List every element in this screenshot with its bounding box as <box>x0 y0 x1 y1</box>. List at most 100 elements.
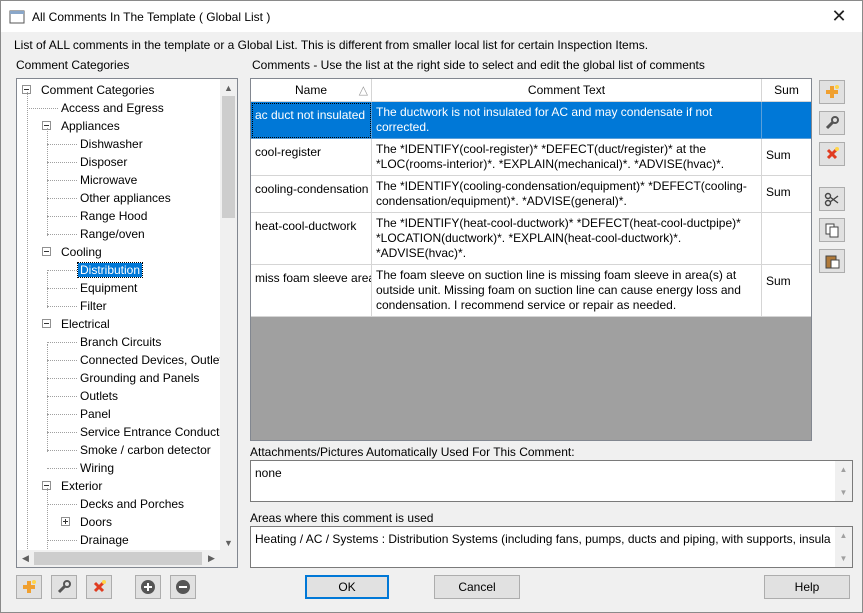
category-tree[interactable]: Comment Categories Access and Egress Appli… <box>16 78 238 568</box>
areas-field[interactable]: Heating / AC / Systems : Distribution Sy… <box>250 526 853 568</box>
tree-item[interactable]: Other appliances <box>78 189 173 207</box>
dialog-window: All Comments In The Template ( Global Li… <box>0 0 863 613</box>
cell-sum[interactable] <box>762 102 811 139</box>
tree-item[interactable]: Cooling <box>59 243 104 261</box>
tree-item[interactable]: Range Hood <box>78 207 149 225</box>
scroll-up-icon[interactable]: ▲ <box>835 527 852 544</box>
cell-name[interactable]: ac duct not insulated <box>251 102 372 139</box>
ok-button[interactable]: OK <box>305 575 389 599</box>
tree-connector <box>47 504 77 505</box>
tree-item[interactable]: Panel <box>78 405 113 423</box>
table-row[interactable]: cool-register The *IDENTIFY(cool-register… <box>251 139 811 176</box>
cell-sum[interactable] <box>762 213 811 265</box>
scroll-down-icon[interactable]: ▼ <box>220 534 237 551</box>
tree-vscroll-thumb[interactable] <box>222 96 235 218</box>
expand-all-button[interactable] <box>135 575 161 599</box>
tree-connector <box>27 92 28 551</box>
cell-sum[interactable]: Sum <box>762 265 811 317</box>
column-header-sum[interactable]: Sum <box>762 79 811 102</box>
tree-item[interactable]: Branch Circuits <box>78 333 163 351</box>
tree-horizontal-scrollbar[interactable]: ◀ ▶ <box>17 550 237 567</box>
collapse-icon[interactable] <box>42 319 51 328</box>
scroll-left-icon[interactable]: ◀ <box>17 550 34 567</box>
tree-item[interactable]: Connected Devices, Outlet <box>78 351 222 369</box>
areas-scrollbar[interactable]: ▲ ▼ <box>835 527 852 567</box>
cell-name[interactable]: heat-cool-ductwork <box>251 213 372 265</box>
tree-item[interactable]: Service Entrance Conducto <box>78 423 222 441</box>
cell-sum[interactable]: Sum <box>762 139 811 176</box>
scroll-down-icon[interactable]: ▼ <box>835 550 852 567</box>
comments-grid[interactable]: Name △ Comment Text Sum ac duct not insu… <box>250 78 812 441</box>
tree-viewport: Comment Categories Access and Egress Appli… <box>17 79 222 551</box>
edit-comment-button[interactable] <box>819 111 845 135</box>
paste-button[interactable] <box>819 249 845 273</box>
tree-item[interactable]: Dishwasher <box>78 135 145 153</box>
cell-sum[interactable]: Sum <box>762 176 811 213</box>
tree-item[interactable]: Disposer <box>78 153 129 171</box>
table-row[interactable]: ac duct not insulated The ductwork is not… <box>251 102 811 139</box>
help-button[interactable]: Help <box>764 575 850 599</box>
cell-name[interactable]: cooling-condensation <box>251 176 372 213</box>
scroll-up-icon[interactable]: ▲ <box>835 461 852 478</box>
cell-text[interactable]: The ductwork is not insulated for AC and… <box>372 102 762 139</box>
tree-item[interactable]: Smoke / carbon detector <box>78 441 213 459</box>
tree-item[interactable]: Comment Categories <box>39 81 156 99</box>
tree-item-label: Exterior <box>61 479 103 493</box>
tree-item[interactable]: Grounding and Panels <box>78 369 201 387</box>
window-title: All Comments In The Template ( Global Li… <box>32 10 271 24</box>
column-header-name[interactable]: Name △ <box>251 79 372 102</box>
tree-item[interactable]: Range/oven <box>78 225 147 243</box>
scroll-up-icon[interactable]: ▲ <box>220 79 237 96</box>
tree-item[interactable]: Microwave <box>78 171 139 189</box>
attachments-field[interactable]: none ▲ ▼ <box>250 460 853 502</box>
add-icon <box>23 580 36 593</box>
tree-item[interactable]: Access and Egress <box>59 99 166 117</box>
column-header-text[interactable]: Comment Text <box>372 79 762 102</box>
cut-button[interactable] <box>819 187 845 211</box>
tree-item[interactable]: Decks and Porches <box>78 495 186 513</box>
tree-item[interactable]: Electrical <box>59 315 112 333</box>
table-row[interactable]: miss foam sleeve area The foam sleeve on … <box>251 265 811 317</box>
cell-text[interactable]: The *IDENTIFY(cooling-condensation/equip… <box>372 176 762 213</box>
delete-category-button[interactable] <box>86 575 112 599</box>
delete-icon <box>93 580 106 593</box>
tree-item[interactable]: Filter <box>78 297 109 315</box>
title-bar: All Comments In The Template ( Global Li… <box>1 1 862 32</box>
tree-item[interactable]: Exterior <box>59 477 104 495</box>
edit-category-button[interactable] <box>51 575 77 599</box>
cell-text[interactable]: The foam sleeve on suction line is missi… <box>372 265 762 317</box>
collapse-all-button[interactable] <box>170 575 196 599</box>
tree-vertical-scrollbar[interactable]: ▲ ▼ <box>220 79 237 551</box>
table-row[interactable]: heat-cool-ductwork The *IDENTIFY(heat-coo… <box>251 213 811 265</box>
plus-circle-icon <box>141 580 155 594</box>
scroll-down-icon[interactable]: ▼ <box>835 484 852 501</box>
add-category-button[interactable] <box>16 575 42 599</box>
areas-value: Heating / AC / Systems : Distribution Sy… <box>255 532 831 546</box>
tree-item[interactable]: Distribution <box>76 261 144 279</box>
cell-text[interactable]: The *IDENTIFY(heat-cool-ductwork)* *DEFE… <box>372 213 762 265</box>
tree-item-label: Outlets <box>80 389 119 403</box>
cell-name[interactable]: miss foam sleeve area <box>251 265 372 317</box>
cell-name[interactable]: cool-register <box>251 139 372 176</box>
expand-icon[interactable] <box>61 517 70 526</box>
delete-comment-button[interactable] <box>819 142 845 166</box>
tree-item[interactable]: Appliances <box>59 117 122 135</box>
tree-item[interactable]: Drainage <box>78 531 131 549</box>
copy-button[interactable] <box>819 218 845 242</box>
tree-item-label: Comment Categories <box>41 83 155 97</box>
tree-item-label: Service Entrance Conducto <box>80 425 222 439</box>
attachments-scrollbar[interactable]: ▲ ▼ <box>835 461 852 501</box>
add-comment-button[interactable] <box>819 80 845 104</box>
cancel-button[interactable]: Cancel <box>434 575 520 599</box>
tree-item[interactable]: Wiring <box>78 459 116 477</box>
close-icon[interactable]: ✕ <box>816 1 862 32</box>
tree-item[interactable]: Doors <box>78 513 114 531</box>
collapse-icon[interactable] <box>42 247 51 256</box>
tree-item-label: Connected Devices, Outlet <box>80 353 222 367</box>
tree-item[interactable]: Outlets <box>78 387 120 405</box>
tree-item[interactable]: Equipment <box>78 279 139 297</box>
cell-text[interactable]: The *IDENTIFY(cool-register)* *DEFECT(du… <box>372 139 762 176</box>
scroll-right-icon[interactable]: ▶ <box>203 550 220 567</box>
table-row[interactable]: cooling-condensation The *IDENTIFY(coolin… <box>251 176 811 213</box>
tree-hscroll-thumb[interactable] <box>34 552 202 565</box>
